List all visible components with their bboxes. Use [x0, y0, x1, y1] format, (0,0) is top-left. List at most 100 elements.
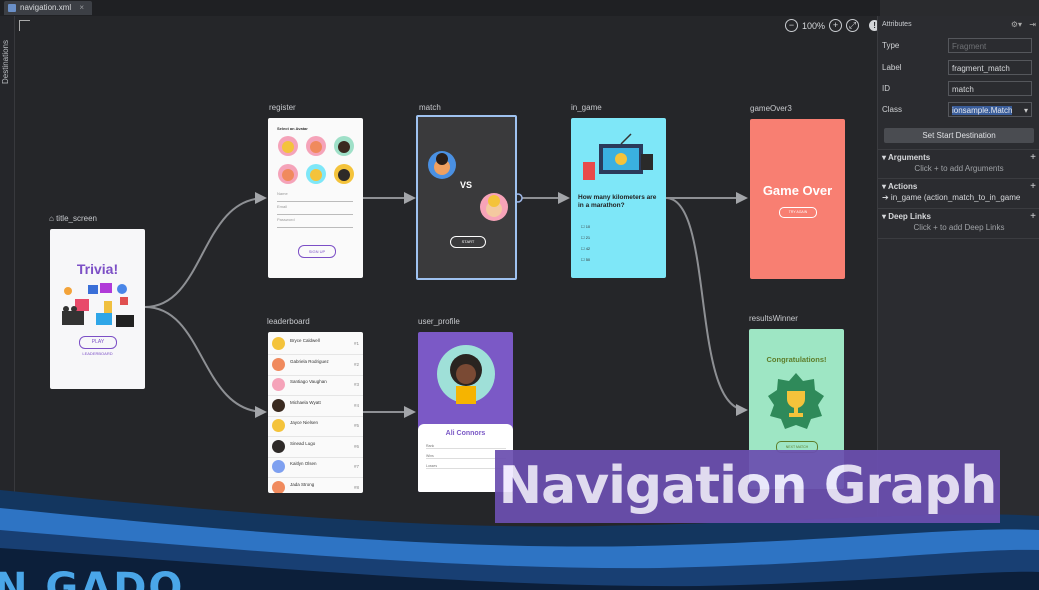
- player-rank: #8: [353, 484, 359, 490]
- profile-stat: Wins: [426, 454, 506, 459]
- dest-in-game[interactable]: How many kilometers are in a marathon? ☐…: [571, 118, 666, 278]
- title-screen-label: title_screen: [56, 214, 97, 223]
- attributes-header: Attributes: [882, 21, 912, 28]
- leaderboard-link[interactable]: LEADERBOARD: [50, 351, 145, 356]
- deep-links-toggle[interactable]: ▾ Deep Links: [882, 212, 931, 221]
- tv-illustration: [583, 133, 653, 180]
- action-title-to-leaderboard: [144, 306, 267, 418]
- navigation-graph-banner: Navigation Graph: [495, 450, 1000, 523]
- attr-class-row: Class ionsample.Match ▾: [882, 102, 1038, 118]
- dest-title-screen[interactable]: Trivia! PLAY LEADERBOARD: [50, 229, 145, 389]
- signup-button[interactable]: SIGN UP: [298, 245, 336, 258]
- dest-label-user-profile: user_profile: [418, 317, 460, 326]
- dest-label-results-winner: resultsWinner: [749, 314, 798, 323]
- divider: [878, 178, 1039, 179]
- trivia-illustration: [62, 283, 134, 327]
- answer-option[interactable]: ☐ 21: [581, 232, 590, 243]
- leaderboard-row[interactable]: Sinead Lugo #6: [268, 437, 363, 458]
- deep-links-title: Deep Links: [888, 212, 931, 221]
- player-rank: #3: [353, 382, 359, 387]
- leaderboard-row[interactable]: Michaela Wyatt #4: [268, 396, 363, 417]
- vs-text: VS: [460, 180, 473, 190]
- answer-option[interactable]: ☐ 42: [581, 243, 590, 254]
- action-item[interactable]: ➔ in_game (action_match_to_in_game: [882, 193, 1036, 202]
- leaderboard-row[interactable]: Bryce Caldwell #1: [268, 334, 363, 355]
- dest-register[interactable]: Select an Avatar Name Email Password SIG…: [268, 118, 363, 278]
- profile-stat: Rank: [426, 444, 506, 449]
- player-rank: #4: [353, 402, 359, 408]
- player-name: Santiago Vaughan: [290, 379, 327, 384]
- arguments-title: Arguments: [887, 153, 931, 162]
- email-field[interactable]: Email: [277, 204, 353, 215]
- actions-title: Actions: [887, 182, 918, 191]
- arguments-toggle[interactable]: ▾ Arguments: [882, 153, 930, 162]
- arguments-hint: Click + to add Arguments: [914, 164, 1004, 173]
- password-field[interactable]: Password: [277, 217, 353, 228]
- leaderboard-row[interactable]: Gabriela Rodriguez #2: [268, 355, 363, 376]
- set-start-destination-button[interactable]: Set Start Destination: [884, 128, 1034, 143]
- start-button[interactable]: START: [450, 236, 486, 248]
- answer-option[interactable]: ☐ 50: [581, 254, 590, 265]
- dest-label-game-over: gameOver3: [750, 104, 792, 113]
- class-label: Class: [882, 105, 903, 114]
- player-name: Michaela Wyatt: [290, 399, 321, 405]
- attr-type-row: Type Fragment: [882, 38, 1038, 54]
- add-action-icon[interactable]: +: [1030, 181, 1036, 192]
- player-name: Jayce Nielsen: [290, 420, 319, 425]
- gear-icon[interactable]: ⚙▾: [1011, 20, 1022, 29]
- dest-label-register: register: [269, 103, 296, 112]
- divider: [878, 208, 1039, 209]
- android-studio-window: navigation.xml × Destinations − 100% + ⤢…: [0, 0, 1039, 590]
- dest-game-over[interactable]: Game Over TRY AGAIN: [750, 119, 845, 279]
- try-again-button[interactable]: TRY AGAIN: [779, 207, 817, 218]
- dest-label-leaderboard: leaderboard: [267, 317, 310, 326]
- profile-avatar: [437, 345, 495, 404]
- add-argument-icon[interactable]: +: [1030, 152, 1036, 163]
- question-text: How many kilometers are in a marathon?: [578, 194, 657, 209]
- actions-section: ▾ Actions + ➔ in_game (action_match_to_i…: [882, 181, 1036, 202]
- label-field[interactable]: fragment_match: [948, 60, 1032, 75]
- divider: [878, 238, 1039, 239]
- leaderboard-row[interactable]: Jayce Nielsen #5: [268, 416, 363, 437]
- game-over-title: Game Over: [762, 183, 833, 198]
- actions-toggle[interactable]: ▾ Actions: [882, 182, 917, 191]
- avatar: [272, 460, 285, 473]
- dest-leaderboard[interactable]: Bryce Caldwell #1 Gabriela Rodriguez #2 Sant…: [268, 332, 363, 493]
- deep-links-hint: Click + to add Deep Links: [913, 223, 1005, 232]
- congrats-title: Congratulations!: [766, 355, 827, 364]
- player-name: Kaitlyn Olsen: [290, 461, 317, 466]
- class-value: ionsample.Match: [952, 106, 1013, 115]
- dest-match[interactable]: VS START: [416, 115, 517, 280]
- player-rank: #7: [353, 464, 359, 469]
- class-field[interactable]: ionsample.Match ▾: [948, 102, 1032, 117]
- dropdown-arrow-icon[interactable]: ▾: [1024, 103, 1028, 116]
- dest-label-in-game: in_game: [571, 103, 602, 112]
- add-deep-link-icon[interactable]: +: [1030, 211, 1036, 222]
- avatar: [272, 337, 285, 350]
- id-field[interactable]: match: [948, 81, 1032, 96]
- leaderboard-row[interactable]: Santiago Vaughan #3: [268, 375, 363, 396]
- select-avatar-heading: Select an Avatar: [277, 126, 308, 131]
- home-icon: ⌂: [49, 214, 54, 223]
- name-field[interactable]: Name: [277, 191, 353, 202]
- avatar: [272, 419, 285, 432]
- play-button[interactable]: PLAY: [79, 336, 117, 349]
- id-label: ID: [882, 84, 890, 93]
- answer-option[interactable]: ☐ 10: [581, 221, 590, 232]
- answer-options: ☐ 10 ☐ 21 ☐ 42 ☐ 50: [581, 221, 590, 265]
- attr-label-row: Label fragment_match: [882, 60, 1038, 76]
- avatar: [272, 439, 285, 453]
- hide-panel-icon[interactable]: ⇥: [1029, 20, 1036, 29]
- avatar: [272, 398, 285, 412]
- type-field[interactable]: Fragment: [948, 38, 1032, 53]
- leaderboard-row[interactable]: Kaitlyn Olsen #7: [268, 457, 363, 478]
- player-name: Sinead Lugo: [290, 440, 316, 446]
- player-rank: #5: [353, 423, 359, 428]
- avatar: [272, 378, 285, 391]
- attr-id-row: ID match: [882, 81, 1038, 97]
- bottom-overlay-text: N GADO: [0, 565, 185, 590]
- player-name: Jada Strong: [290, 481, 315, 487]
- player-name: Bryce Caldwell: [290, 338, 320, 343]
- divider: [878, 149, 1039, 150]
- label-label: Label: [882, 63, 902, 72]
